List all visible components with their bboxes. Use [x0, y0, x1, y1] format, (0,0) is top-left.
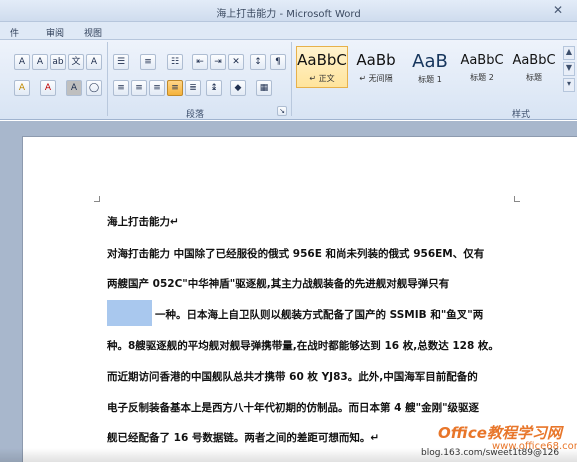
style-sample: AaBbC — [512, 53, 556, 68]
doc-line: 而近期访问香港的中国舰队总共才携带 60 枚 YJ83。此外,中国海军目前配备的 — [107, 371, 478, 383]
doc-line: 电子反制装备基本上是西方八十年代初期的仿制品。而日本第 4 艘"金刚"级驱逐 — [107, 402, 480, 414]
watermark-brand: Office教程学习网 — [438, 424, 562, 442]
doc-line: 对海打击能力 中国除了已经服役的俄式 956E 和尚未列装的俄式 956EM、仅… — [107, 248, 485, 260]
close-icon[interactable]: ✕ — [553, 3, 563, 17]
doc-line: 种。8艘驱逐舰的平均舰对舰导弹携带量,在战时都能够达到 16 枚,总数达 128… — [107, 340, 499, 352]
style-name: 标题 1 — [418, 75, 442, 84]
align-center-icon[interactable]: ≡ — [131, 80, 147, 96]
clear-format-icon[interactable]: ab — [50, 54, 66, 70]
tab-file[interactable]: 件 — [10, 26, 19, 39]
gallery-up-icon[interactable]: ▲ — [563, 46, 575, 60]
decrease-indent-icon[interactable]: ⇤ — [192, 54, 208, 70]
phonetic-guide-icon[interactable]: 文 — [68, 54, 84, 70]
style-sample: AaBbC — [460, 53, 504, 68]
style-no-spacing[interactable]: AaBb ↵ 无间隔 — [350, 46, 402, 88]
font-color-icon[interactable]: A — [40, 80, 56, 96]
doc-line: 海上打击能力↵ — [107, 216, 179, 228]
font-grow-icon[interactable]: A — [14, 54, 30, 70]
show-marks-icon[interactable]: ¶ — [270, 54, 286, 70]
font-shrink-icon[interactable]: A — [32, 54, 48, 70]
style-sample: AaB — [412, 51, 448, 72]
paragraph-group-label: 段落 — [186, 110, 205, 120]
style-heading-1[interactable]: AaB 标题 1 — [404, 46, 456, 88]
margin-mark-left — [94, 196, 100, 202]
text-selection — [107, 300, 152, 326]
group-separator — [291, 42, 292, 116]
blog-credit: blog.163.com/sweet1t89@126 — [421, 448, 560, 458]
style-name: ↵ 无间隔 — [359, 74, 393, 83]
style-heading-2[interactable]: AaBbC 标题 2 — [456, 46, 508, 88]
style-name: ↵ 正文 — [309, 74, 335, 83]
shading-icon[interactable]: ◆ — [230, 80, 246, 96]
style-title[interactable]: AaBbC 标题 — [508, 46, 560, 88]
multilevel-list-icon[interactable]: ☷ — [167, 54, 183, 70]
sort-icon[interactable]: ↕ — [250, 54, 266, 70]
window-title: 海上打击能力 - Microsoft Word — [216, 9, 361, 20]
styles-group-label: 样式 — [512, 110, 531, 120]
align-left-icon[interactable]: ≡ — [113, 80, 129, 96]
style-name: 标题 2 — [470, 73, 494, 82]
gallery-more-icon[interactable]: ▾ — [563, 78, 575, 92]
gallery-down-icon[interactable]: ▼ — [563, 62, 575, 76]
tab-review[interactable]: 审阅 — [46, 26, 64, 39]
doc-line: 两艘国产 052C"中华神盾"驱逐舰,其主力战舰装备的先进舰对舰导弹只有 — [107, 278, 450, 290]
enclose-char-icon[interactable]: ◯ — [86, 80, 102, 96]
char-border-icon[interactable]: A — [86, 54, 102, 70]
borders-icon[interactable]: ▦ — [256, 80, 272, 96]
increase-indent-icon[interactable]: ⇥ — [210, 54, 226, 70]
char-shading-icon[interactable]: A — [66, 80, 82, 96]
numbering-icon[interactable]: ≡ — [140, 54, 156, 70]
ribbon: A A ab 文 A A A A ◯ ☰ ≡ ☷ ⇤ ⇥ ✕ ↕ ¶ ≡ ≡ ≡… — [0, 40, 577, 120]
style-sample: AaBbC — [297, 51, 347, 69]
tab-view[interactable]: 视图 — [84, 26, 102, 39]
highlight-icon[interactable]: A — [14, 80, 30, 96]
align-right-icon[interactable]: ≡ — [149, 80, 165, 96]
justify-icon[interactable]: ≡ — [167, 80, 183, 96]
style-normal[interactable]: AaBbC ↵ 正文 — [296, 46, 348, 88]
doc-line: 舰已经配备了 16 号数据链。两者之间的差距可想而知。↵ — [107, 432, 380, 444]
style-name: 标题 — [526, 73, 542, 82]
line-spacing-icon[interactable]: ↨ — [206, 80, 222, 96]
style-sample: AaBb — [356, 51, 396, 69]
bullets-icon[interactable]: ☰ — [113, 54, 129, 70]
paragraph-dialog-launcher-icon[interactable]: ↘ — [277, 106, 287, 116]
doc-line: 一种。日本海上自卫队则以舰装方式配备了国产的 SSMIB 和"鱼叉"两 — [155, 309, 484, 321]
group-separator — [107, 42, 108, 116]
distribute-icon[interactable]: ≣ — [185, 80, 201, 96]
margin-mark-right — [514, 196, 520, 202]
ribbon-tabs: 件 审阅 视图 — [0, 22, 577, 40]
chinese-layout-icon[interactable]: ✕ — [228, 54, 244, 70]
title-bar: 海上打击能力 - Microsoft Word ✕ — [0, 0, 577, 22]
